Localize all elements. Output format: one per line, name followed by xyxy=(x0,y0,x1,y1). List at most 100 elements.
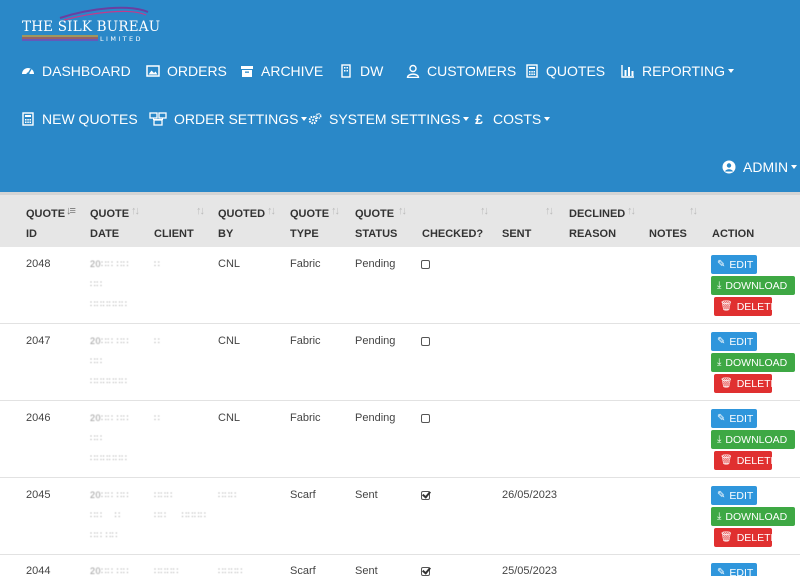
user-icon xyxy=(405,64,421,78)
redacted-date: 20∷∷ ∷∷ ∷∷ ∷ ∷∷ ∷∷ xyxy=(90,490,129,540)
cell-quote-type: Fabric xyxy=(290,412,321,424)
download-button[interactable]: ⤓ DOWNLOAD xyxy=(711,276,795,295)
col-quoted-by[interactable]: QUOTED BY xyxy=(218,204,265,244)
sort-icon[interactable]: ↑↓ xyxy=(196,205,205,217)
sort-icon[interactable]: ↑↓ xyxy=(131,205,140,217)
nav-admin[interactable]: ADMIN xyxy=(721,159,798,175)
delete-button[interactable]: 🗑 DELETE xyxy=(714,374,778,393)
table-row: 2047 20∷∷ ∷∷ ∷∷ ∷∷∷∷∷∷ ∷ CNL Fabric Pendin… xyxy=(0,324,800,401)
download-button[interactable]: ⤓ DOWNLOAD xyxy=(711,507,795,526)
nav-system-settings[interactable]: SYSTEM SETTINGS xyxy=(307,111,470,127)
checked-checkbox[interactable] xyxy=(421,491,430,500)
table-row: 2046 20∷∷ ∷∷ ∷∷ ∷∷∷∷∷∷ ∷ CNL Fabric Pendin… xyxy=(0,401,800,478)
table-header: QUOTE ID ↓≡ QUOTE DATE ↑↓ CLIENT ↑↓ QUOTED… xyxy=(0,192,800,247)
cell-quote-id: 2048 xyxy=(26,258,51,270)
nav-reporting-label: REPORTING xyxy=(642,63,725,79)
silk-bureau-logo[interactable]: THE SILK BUREAU LIMITED xyxy=(20,6,160,46)
cell-quoted-by: CNL xyxy=(218,412,241,424)
col-action: ACTION xyxy=(712,228,755,240)
col-quote-date[interactable]: QUOTE DATE xyxy=(90,204,129,244)
col-quote-status[interactable]: QUOTE STATUS xyxy=(355,204,397,244)
sort-icon[interactable]: ↑↓ xyxy=(267,205,276,217)
checked-checkbox[interactable] xyxy=(421,414,430,423)
nav-archive[interactable]: ARCHIVE xyxy=(239,63,323,79)
nav-costs[interactable]: £ COSTS xyxy=(471,111,551,127)
calculator-icon xyxy=(524,64,540,78)
delete-button[interactable]: 🗑 DELETE xyxy=(714,528,778,547)
redacted-client: ∷∷∷ ∷∷ ∷∷∷∷ xyxy=(154,490,207,520)
col-checked[interactable]: CHECKED? xyxy=(422,204,483,244)
download-button[interactable]: ⤓ DOWNLOAD xyxy=(711,430,795,449)
cell-quote-id: 2045 xyxy=(26,489,51,501)
edit-button[interactable]: ✎ EDIT xyxy=(711,563,757,576)
redacted-client: ∷ xyxy=(154,259,161,269)
cell-sent: 25/05/2023 xyxy=(502,565,558,576)
col-declined-reason[interactable]: DECLINED REASON xyxy=(569,204,625,244)
redacted-date: 20∷∷ ∷∷ ∷∷ ∷∷∷∷∷∷ xyxy=(90,336,129,386)
cell-quote-status: Sent xyxy=(355,489,378,501)
pencil-icon: ✎ xyxy=(717,490,726,501)
edit-button[interactable]: ✎ EDIT xyxy=(711,486,757,505)
sort-icon[interactable]: ↑↓ xyxy=(545,205,554,217)
nav-dw-label: DW xyxy=(360,63,384,79)
archive-icon xyxy=(239,64,255,78)
cell-quoted-by: CNL xyxy=(218,335,241,347)
table-row: 2045 20∷∷ ∷∷ ∷∷ ∷ ∷∷ ∷∷ ∷∷∷ ∷∷ ∷∷∷∷ ∷∷∷ Sca… xyxy=(0,478,800,555)
checked-checkbox[interactable] xyxy=(421,337,430,346)
sort-icon[interactable]: ↑↓ xyxy=(398,205,407,217)
gears-icon xyxy=(307,112,323,126)
nav-orders-label: ORDERS xyxy=(167,63,227,79)
image-icon xyxy=(145,64,161,78)
nav-archive-label: ARCHIVE xyxy=(261,63,324,79)
checked-checkbox[interactable] xyxy=(421,260,430,269)
pencil-icon: ✎ xyxy=(717,336,726,347)
redacted-date: 20∷∷ ∷∷ ∷∷ ∷∷∷∷∷∷ xyxy=(90,413,129,463)
delete-button[interactable]: 🗑 DELETE xyxy=(714,297,778,316)
col-quote-id[interactable]: QUOTE ID xyxy=(26,204,65,244)
checked-checkbox[interactable] xyxy=(421,567,430,576)
nav-orders[interactable]: ORDERS xyxy=(145,63,227,79)
nav-order-settings-label: ORDER SETTINGS xyxy=(174,111,299,127)
sort-icon[interactable]: ↑↓ xyxy=(689,205,698,217)
brand-sub: LIMITED xyxy=(100,35,143,43)
top-navbar: THE SILK BUREAU LIMITED DASHBOARD ORDERS… xyxy=(0,0,800,192)
nav-customers-label: CUSTOMERS xyxy=(427,63,517,79)
pencil-icon: ✎ xyxy=(717,567,726,576)
col-client[interactable]: CLIENT xyxy=(154,204,194,244)
nav-reporting[interactable]: REPORTING xyxy=(620,63,734,79)
nav-dw[interactable]: DW xyxy=(338,63,383,79)
nav-system-settings-label: SYSTEM SETTINGS xyxy=(329,111,461,127)
nav-dashboard[interactable]: DASHBOARD xyxy=(20,63,131,79)
edit-button[interactable]: ✎ EDIT xyxy=(711,332,757,351)
download-icon: ⤓ xyxy=(717,357,722,368)
sort-icon[interactable]: ↑↓ xyxy=(331,205,340,217)
sort-icon[interactable]: ↑↓ xyxy=(627,205,636,217)
trash-icon: 🗑 xyxy=(720,301,733,312)
sort-desc-icon[interactable]: ↓≡ xyxy=(66,205,76,217)
redacted-quoted-by: ∷∷∷∷ xyxy=(218,566,243,576)
delete-button[interactable]: 🗑 DELETE xyxy=(714,451,778,470)
brand-name: THE SILK BUREAU xyxy=(22,19,161,35)
col-sent[interactable]: SENT xyxy=(502,204,531,244)
pencil-icon: ✎ xyxy=(717,413,726,424)
nav-customers[interactable]: CUSTOMERS xyxy=(405,63,516,79)
edit-button[interactable]: ✎ EDIT xyxy=(711,255,757,274)
nav-quotes-label: QUOTES xyxy=(546,63,606,79)
sort-icon[interactable]: ↑↓ xyxy=(480,205,489,217)
col-notes[interactable]: NOTES xyxy=(649,204,687,244)
nav-new-quotes[interactable]: NEW QUOTES xyxy=(20,111,138,127)
redacted-date: 20∷∷ ∷∷ xyxy=(90,566,129,576)
cell-quote-status: Pending xyxy=(355,412,396,424)
cell-quote-status: Sent xyxy=(355,565,378,576)
table-row: 2048 20∷∷ ∷∷ ∷∷ ∷∷∷∷∷∷ ∷ CNL Fabric Pendin… xyxy=(0,247,800,324)
nav-quotes[interactable]: QUOTES xyxy=(524,63,605,79)
redacted-client: ∷ xyxy=(154,413,161,423)
edit-button[interactable]: ✎ EDIT xyxy=(711,409,757,428)
chevron-down-icon xyxy=(463,117,470,121)
col-quote-type[interactable]: QUOTE TYPE xyxy=(290,204,329,244)
trash-icon: 🗑 xyxy=(720,532,733,543)
download-button[interactable]: ⤓ DOWNLOAD xyxy=(711,353,795,372)
pound-icon: £ xyxy=(475,111,483,127)
sitemap-icon xyxy=(148,112,168,126)
nav-order-settings[interactable]: ORDER SETTINGS xyxy=(148,111,308,127)
